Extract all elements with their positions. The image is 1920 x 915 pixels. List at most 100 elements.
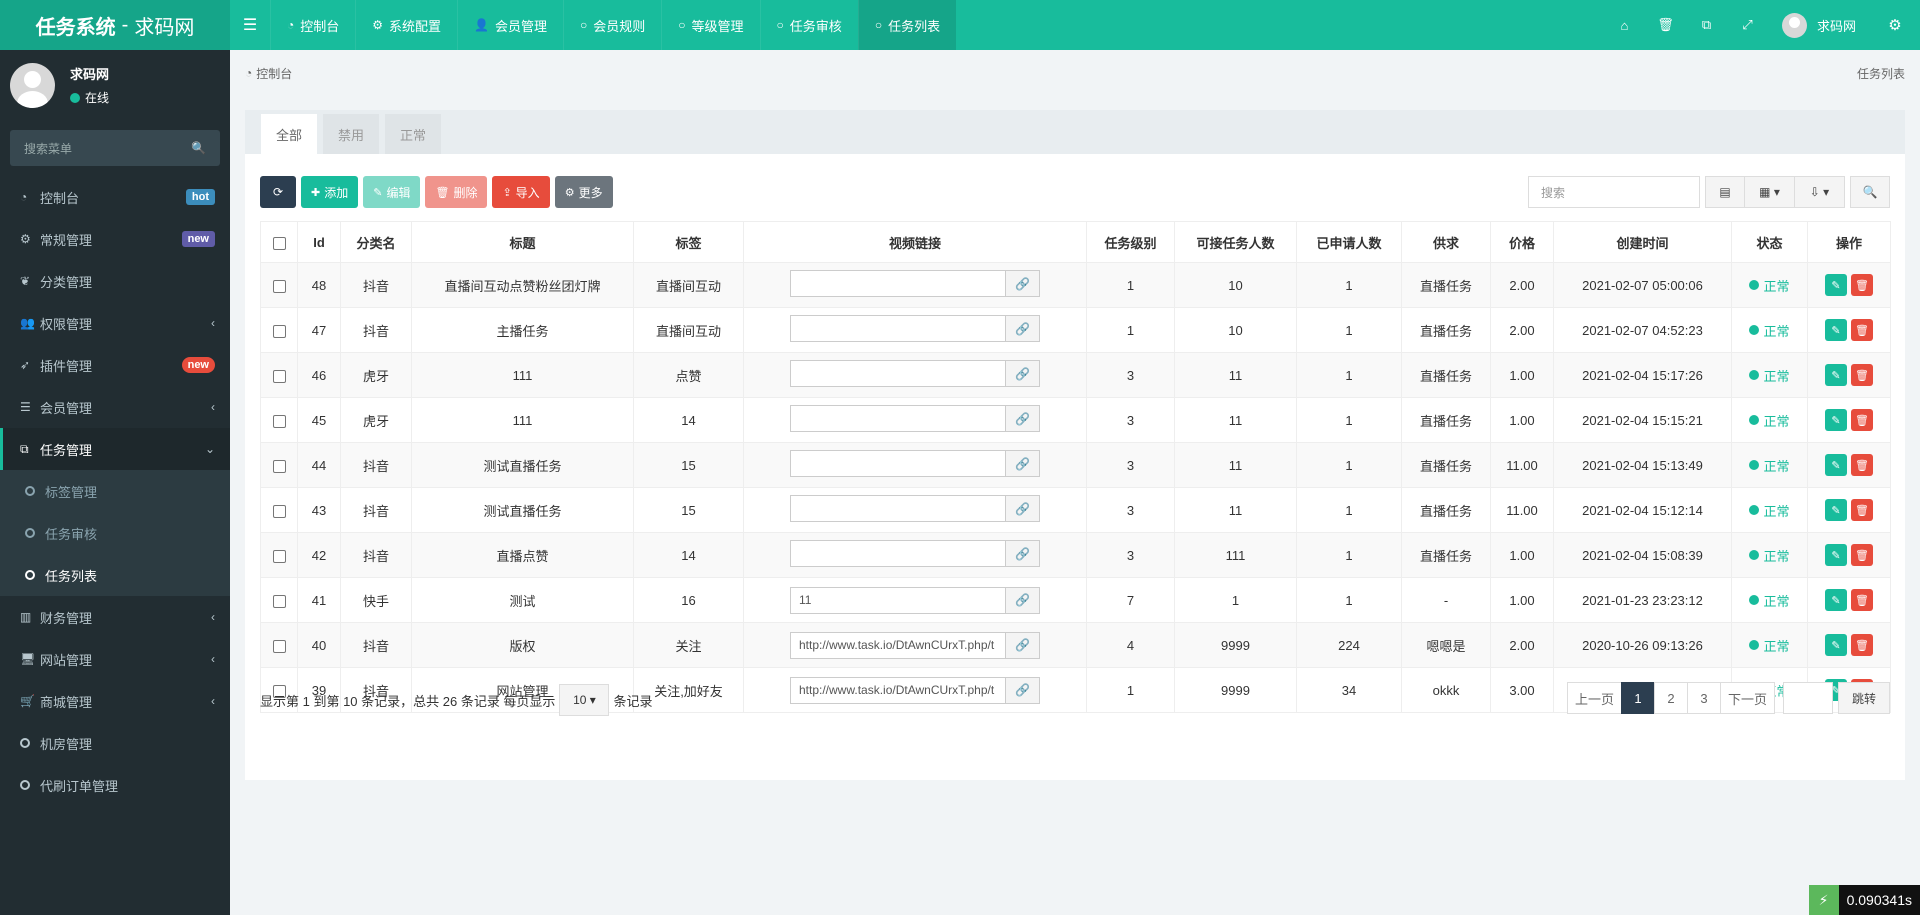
- sidebar-item-1[interactable]: ⚙ 常规管理 new: [0, 218, 230, 260]
- page-button-2[interactable]: 2: [1654, 682, 1688, 714]
- sidebar-item-2[interactable]: ❦ 分类管理: [0, 260, 230, 302]
- sidebar-item-0[interactable]: ◔ 控制台 hot: [0, 176, 230, 218]
- sidebar-search-input[interactable]: 搜索菜单 🔍: [10, 130, 220, 166]
- row-delete-button[interactable]: 🗑: [1851, 274, 1873, 296]
- table-search-input[interactable]: 搜索: [1528, 176, 1700, 208]
- tab-0[interactable]: 全部: [261, 114, 318, 154]
- open-link-button[interactable]: 🔗: [1006, 450, 1040, 477]
- row-delete-button[interactable]: 🗑: [1851, 499, 1873, 521]
- open-link-button[interactable]: 🔗: [1006, 586, 1040, 614]
- video-url-input[interactable]: 11: [790, 586, 1006, 614]
- video-url-input[interactable]: http://www.task.io/DtAwnCUrxT.php/t: [790, 676, 1006, 704]
- edit-button[interactable]: ✎ 编辑: [363, 176, 421, 208]
- row-delete-button[interactable]: 🗑: [1851, 409, 1873, 431]
- topnav-item-5[interactable]: ○ 任务审核: [759, 0, 858, 50]
- open-link-button[interactable]: 🔗: [1006, 270, 1040, 297]
- row-delete-button[interactable]: 🗑: [1851, 544, 1873, 566]
- sidebar-item-4[interactable]: ➶ 插件管理 new: [0, 344, 230, 386]
- row-delete-button[interactable]: 🗑: [1851, 454, 1873, 476]
- video-url-input[interactable]: [790, 315, 1006, 342]
- page-button-1[interactable]: 1: [1621, 682, 1655, 714]
- row-edit-button[interactable]: ✎: [1825, 544, 1847, 566]
- logo[interactable]: 任务系统 - 求码网: [0, 0, 230, 50]
- menu-toggle-button[interactable]: ☰: [230, 0, 270, 50]
- row-edit-button[interactable]: ✎: [1825, 409, 1847, 431]
- sidebar-subitem-0[interactable]: 标签管理: [0, 470, 230, 512]
- page-size-select[interactable]: 10 ▾: [559, 684, 610, 716]
- topnav-item-3[interactable]: ○ 会员规则: [563, 0, 661, 50]
- video-url-input[interactable]: [790, 450, 1006, 477]
- row-checkbox[interactable]: [272, 414, 286, 428]
- clear-cache-button[interactable]: 🗑: [1645, 0, 1686, 50]
- fullscreen-button[interactable]: ⤢: [1727, 0, 1768, 50]
- row-delete-button[interactable]: 🗑: [1851, 319, 1873, 341]
- row-edit-button[interactable]: ✎: [1825, 274, 1847, 296]
- open-link-button[interactable]: 🔗: [1006, 360, 1040, 387]
- open-link-button[interactable]: 🔗: [1006, 405, 1040, 432]
- open-link-button[interactable]: 🔗: [1006, 676, 1040, 704]
- user-menu[interactable]: 求码网: [1768, 12, 1870, 38]
- home-button[interactable]: ⌂: [1604, 0, 1645, 50]
- row-edit-button[interactable]: ✎: [1825, 634, 1847, 656]
- topnav-item-6[interactable]: ○ 任务列表: [857, 0, 957, 50]
- topnav-item-2[interactable]: 👤 会员管理: [457, 0, 563, 50]
- row-checkbox[interactable]: [272, 324, 286, 338]
- sidebar-subitem-2[interactable]: 任务列表: [0, 554, 230, 596]
- topnav-item-1[interactable]: ⚙ 系统配置: [355, 0, 457, 50]
- tab-2[interactable]: 正常: [385, 114, 442, 154]
- row-delete-button[interactable]: 🗑: [1851, 634, 1873, 656]
- next-page-button[interactable]: 下一页: [1720, 682, 1775, 714]
- columns-button[interactable]: ▦ ▾: [1745, 176, 1795, 208]
- topnav-item-4[interactable]: ○ 等级管理: [661, 0, 759, 50]
- row-delete-button[interactable]: 🗑: [1851, 364, 1873, 386]
- sidebar-item-5[interactable]: ☰ 会员管理 ‹: [0, 386, 230, 428]
- row-checkbox[interactable]: [272, 504, 286, 518]
- video-url-input[interactable]: [790, 270, 1006, 297]
- sidebar-subitem-1[interactable]: 任务审核: [0, 512, 230, 554]
- row-edit-button[interactable]: ✎: [1825, 364, 1847, 386]
- language-button[interactable]: ⧉: [1686, 0, 1727, 50]
- sidebar-item-after-2[interactable]: 🛒 商城管理 ‹: [0, 680, 230, 722]
- refresh-button[interactable]: ⟳: [260, 176, 296, 208]
- toggle-view-button[interactable]: ▤: [1705, 176, 1745, 208]
- row-checkbox[interactable]: [272, 369, 286, 383]
- add-button[interactable]: ✚ 添加: [301, 176, 359, 208]
- select-all-checkbox[interactable]: [272, 236, 286, 250]
- row-delete-button[interactable]: 🗑: [1851, 589, 1873, 611]
- sidebar-item-after-3[interactable]: 机房管理: [0, 722, 230, 764]
- row-checkbox[interactable]: [272, 549, 286, 563]
- video-url-input[interactable]: [790, 360, 1006, 387]
- open-link-button[interactable]: 🔗: [1006, 315, 1040, 342]
- sidebar-item-after-4[interactable]: 代刷订单管理: [0, 764, 230, 806]
- sidebar-item-after-1[interactable]: 🖥 网站管理 ‹: [0, 638, 230, 680]
- page-button-3[interactable]: 3: [1687, 682, 1721, 714]
- export-button[interactable]: ⇩ ▾: [1795, 176, 1845, 208]
- advanced-search-button[interactable]: 🔍: [1850, 176, 1890, 208]
- breadcrumb-home[interactable]: 控制台: [256, 65, 292, 82]
- row-checkbox[interactable]: [272, 279, 286, 293]
- open-link-button[interactable]: 🔗: [1006, 631, 1040, 659]
- row-edit-button[interactable]: ✎: [1825, 589, 1847, 611]
- tab-1[interactable]: 禁用: [323, 114, 380, 154]
- row-checkbox[interactable]: [272, 459, 286, 473]
- topnav-item-0[interactable]: ◔ 控制台: [270, 0, 355, 50]
- sidebar-item-6[interactable]: ⧉ 任务管理 ⌄: [0, 428, 230, 470]
- settings-button[interactable]: ⚙: [1870, 0, 1920, 50]
- prev-page-button[interactable]: 上一页: [1567, 682, 1622, 714]
- row-checkbox[interactable]: [272, 594, 286, 608]
- open-link-button[interactable]: 🔗: [1006, 495, 1040, 522]
- video-url-input[interactable]: http://www.task.io/DtAwnCUrxT.php/t: [790, 631, 1006, 659]
- row-edit-button[interactable]: ✎: [1825, 499, 1847, 521]
- more-button[interactable]: ⚙ 更多: [554, 176, 613, 208]
- row-checkbox[interactable]: [272, 639, 286, 653]
- jump-button[interactable]: 跳转: [1838, 682, 1890, 714]
- delete-button[interactable]: 🗑 删除: [425, 176, 488, 208]
- sidebar-item-after-0[interactable]: ▥ 财务管理 ‹: [0, 596, 230, 638]
- row-edit-button[interactable]: ✎: [1825, 319, 1847, 341]
- video-url-input[interactable]: [790, 495, 1006, 522]
- video-url-input[interactable]: [790, 540, 1006, 567]
- open-link-button[interactable]: 🔗: [1006, 540, 1040, 567]
- import-button[interactable]: ⇪ 导入: [492, 176, 550, 208]
- jump-page-input[interactable]: [1783, 682, 1833, 714]
- video-url-input[interactable]: [790, 405, 1006, 432]
